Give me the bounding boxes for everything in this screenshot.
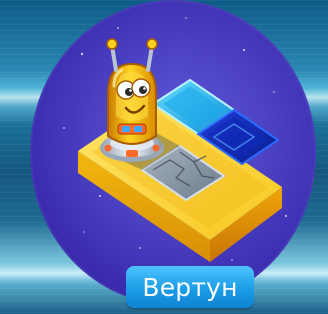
level-name-label: Вертун	[126, 266, 254, 308]
badge-artwork	[30, 0, 316, 305]
level-name-text: Вертун	[142, 272, 238, 302]
level-badge[interactable]	[30, 0, 316, 305]
